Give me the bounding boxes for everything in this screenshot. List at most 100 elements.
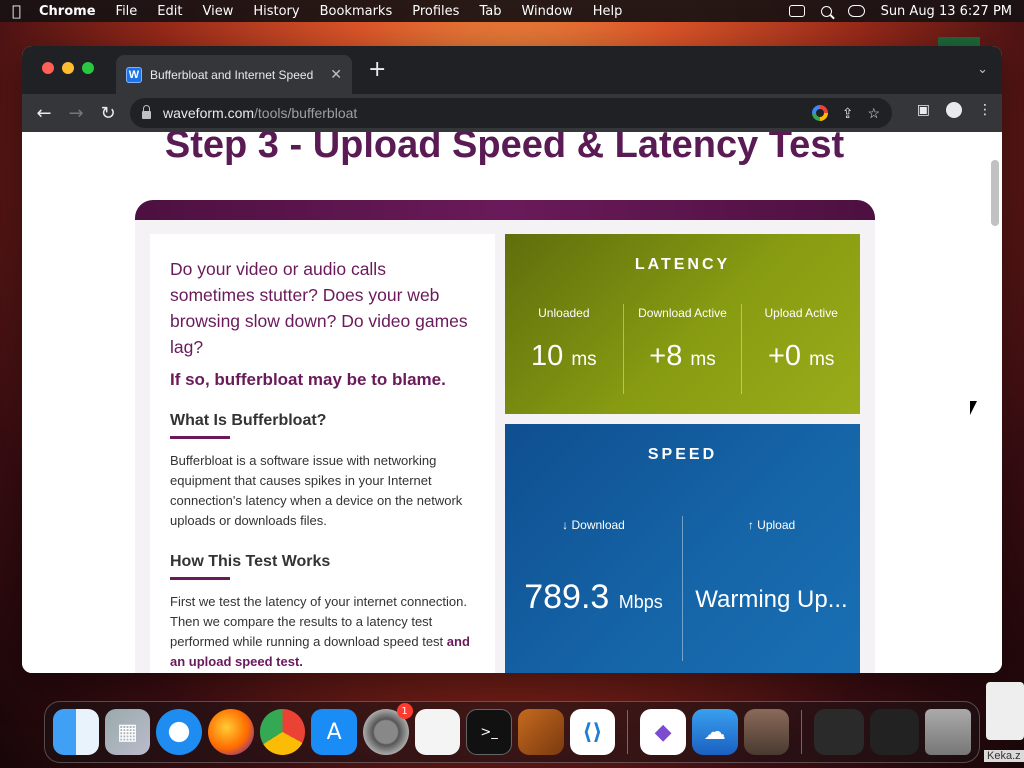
menu-bar:  Chrome File Edit View History Bookmark… bbox=[0, 0, 1024, 22]
page-scrollbar[interactable] bbox=[991, 160, 999, 226]
menu-tab[interactable]: Tab bbox=[479, 4, 501, 19]
bookmark-star-icon[interactable]: ☆ bbox=[867, 105, 880, 122]
browser-toolbar: ← → ↻ waveform.com/tools/bufferbloat ⇪ ☆… bbox=[22, 94, 1002, 132]
side-panel-icon[interactable]: ▣ bbox=[917, 102, 930, 118]
forward-arrow-icon[interactable]: → bbox=[60, 103, 92, 124]
tab-bufferbloat[interactable]: W Bufferbloat and Internet Speed ✕ bbox=[116, 55, 352, 94]
new-tab-button[interactable]: + bbox=[368, 59, 386, 81]
upload-status: Warming Up... bbox=[695, 586, 848, 613]
screen-mirroring-icon[interactable] bbox=[788, 5, 805, 17]
blame-text: If so, bufferbloat may be to blame. bbox=[170, 370, 446, 389]
control-center-icon[interactable] bbox=[847, 5, 865, 17]
latency-download-active: Download Active +8 ms bbox=[622, 304, 742, 394]
tab-title: Bufferbloat and Internet Speed bbox=[150, 67, 314, 82]
latency-value: 10 bbox=[531, 340, 564, 372]
minimize-window-button[interactable] bbox=[62, 62, 74, 74]
speed-panel: SPEED ↓ Download 789.3 Mbps ↑ Upload War… bbox=[505, 424, 860, 673]
back-arrow-icon[interactable]: ← bbox=[28, 103, 60, 124]
menu-bar-clock[interactable]: Sun Aug 13 6:27 PM bbox=[881, 4, 1012, 19]
menu-window[interactable]: Window bbox=[521, 4, 572, 19]
downloads-stack-icon[interactable] bbox=[814, 709, 864, 755]
launchpad-icon[interactable]: ▦ bbox=[104, 709, 151, 755]
info-panel: Do your video or audio calls sometimes s… bbox=[150, 234, 495, 673]
heading-underline bbox=[170, 436, 230, 439]
menu-help[interactable]: Help bbox=[593, 4, 623, 19]
visual-studio-icon[interactable]: ◆ bbox=[640, 709, 686, 755]
safari-icon[interactable] bbox=[156, 709, 202, 755]
weather-icon[interactable]: ☁ bbox=[691, 709, 738, 755]
intro-text: Do your video or audio calls sometimes s… bbox=[170, 259, 468, 357]
firefox-icon[interactable] bbox=[207, 709, 254, 755]
window-controls bbox=[42, 62, 94, 74]
dock: ▦ A 1 >_ ⟨⟩ ◆ ☁ bbox=[44, 701, 980, 763]
latency-label: Download Active bbox=[638, 306, 727, 320]
speed-download: ↓ Download 789.3 Mbps bbox=[505, 516, 682, 661]
system-settings-icon[interactable]: 1 bbox=[362, 703, 413, 755]
page-title: Step 3 - Upload Speed & Latency Test bbox=[164, 132, 845, 166]
chrome-icon[interactable] bbox=[259, 709, 306, 755]
spotlight-search-icon[interactable] bbox=[820, 5, 832, 17]
latency-value-wrap: 10 ms bbox=[505, 340, 623, 373]
section-text-what-is: Bufferbloat is a software issue with net… bbox=[170, 453, 463, 528]
lock-icon[interactable] bbox=[142, 105, 151, 119]
garageband-icon[interactable] bbox=[517, 709, 564, 755]
download-value: 789.3 bbox=[524, 578, 610, 616]
section-heading-how-works: How This Test Works bbox=[170, 553, 331, 570]
menu-view[interactable]: View bbox=[202, 4, 233, 19]
download-value-wrap: 789.3 Mbps bbox=[505, 578, 682, 617]
address-bar[interactable]: waveform.com/tools/bufferbloat ⇪ ☆ bbox=[130, 98, 892, 128]
section-text-how-works: First we test the latency of your intern… bbox=[170, 592, 475, 672]
trash-icon[interactable] bbox=[925, 709, 972, 755]
finder-icon[interactable] bbox=[53, 709, 99, 755]
browser-window: W Bufferbloat and Internet Speed ✕ + ⌄ ←… bbox=[22, 46, 1002, 673]
mouse-pointer-icon bbox=[970, 401, 977, 415]
upload-label: ↑ Upload bbox=[747, 518, 796, 532]
terminal-icon[interactable]: >_ bbox=[466, 709, 512, 755]
latency-unit: ms bbox=[571, 349, 597, 370]
close-window-button[interactable] bbox=[42, 62, 54, 74]
menu-app-name[interactable]: Chrome bbox=[39, 4, 96, 19]
latency-label: Upload Active bbox=[764, 306, 838, 320]
url-host: waveform.com bbox=[163, 105, 255, 121]
keka-zip-file-icon[interactable] bbox=[986, 682, 1024, 740]
share-icon[interactable]: ⇪ bbox=[842, 105, 854, 122]
card-header-bar bbox=[135, 200, 875, 220]
textedit-icon[interactable] bbox=[414, 709, 461, 755]
apple-menu-icon[interactable]:  bbox=[12, 2, 21, 20]
latency-value-wrap: +0 ms bbox=[742, 340, 860, 373]
keka-file-label[interactable]: Keka.z bbox=[984, 750, 1024, 762]
web-page: Step 3 - Upload Speed & Latency Test Do … bbox=[22, 132, 1002, 673]
tab-close-icon[interactable]: ✕ bbox=[330, 66, 342, 83]
latency-upload-active: Upload Active +0 ms bbox=[741, 304, 860, 394]
profile-avatar-icon[interactable] bbox=[946, 102, 962, 118]
latency-panel: LATENCY Unloaded 10 ms Download Active +… bbox=[505, 234, 860, 414]
zoom-window-button[interactable] bbox=[82, 62, 94, 74]
latency-value: +8 bbox=[649, 340, 683, 372]
vscode-icon[interactable]: ⟨⟩ bbox=[569, 709, 616, 755]
latency-unloaded: Unloaded 10 ms bbox=[505, 304, 623, 394]
screenshot-stack-icon[interactable] bbox=[869, 709, 920, 755]
latency-title: LATENCY bbox=[634, 256, 731, 273]
latency-value-wrap: +8 ms bbox=[624, 340, 742, 373]
dock-separator bbox=[801, 710, 803, 754]
app-store-icon[interactable]: A bbox=[311, 709, 357, 755]
speed-upload: ↑ Upload Warming Up... bbox=[682, 516, 860, 661]
tab-search-chevron-icon[interactable]: ⌄ bbox=[977, 62, 988, 77]
latency-unit: ms bbox=[809, 349, 835, 370]
latency-unit: ms bbox=[690, 349, 716, 370]
app-icon-brown[interactable] bbox=[743, 709, 790, 755]
tab-bar: W Bufferbloat and Internet Speed ✕ + ⌄ bbox=[22, 46, 1002, 94]
download-label: ↓ Download bbox=[562, 518, 625, 532]
menu-history[interactable]: History bbox=[253, 4, 299, 19]
test-card: Do your video or audio calls sometimes s… bbox=[135, 200, 875, 673]
more-menu-icon[interactable]: ⋮ bbox=[978, 102, 992, 118]
url-path: /tools/bufferbloat bbox=[254, 105, 358, 121]
menu-bookmarks[interactable]: Bookmarks bbox=[320, 4, 393, 19]
menu-file[interactable]: File bbox=[116, 4, 138, 19]
menu-edit[interactable]: Edit bbox=[157, 4, 182, 19]
reload-icon[interactable]: ↻ bbox=[92, 103, 124, 124]
notification-badge: 1 bbox=[396, 703, 413, 719]
menu-profiles[interactable]: Profiles bbox=[412, 4, 459, 19]
google-lens-icon[interactable] bbox=[811, 105, 828, 121]
waveform-favicon-icon: W bbox=[126, 66, 142, 83]
